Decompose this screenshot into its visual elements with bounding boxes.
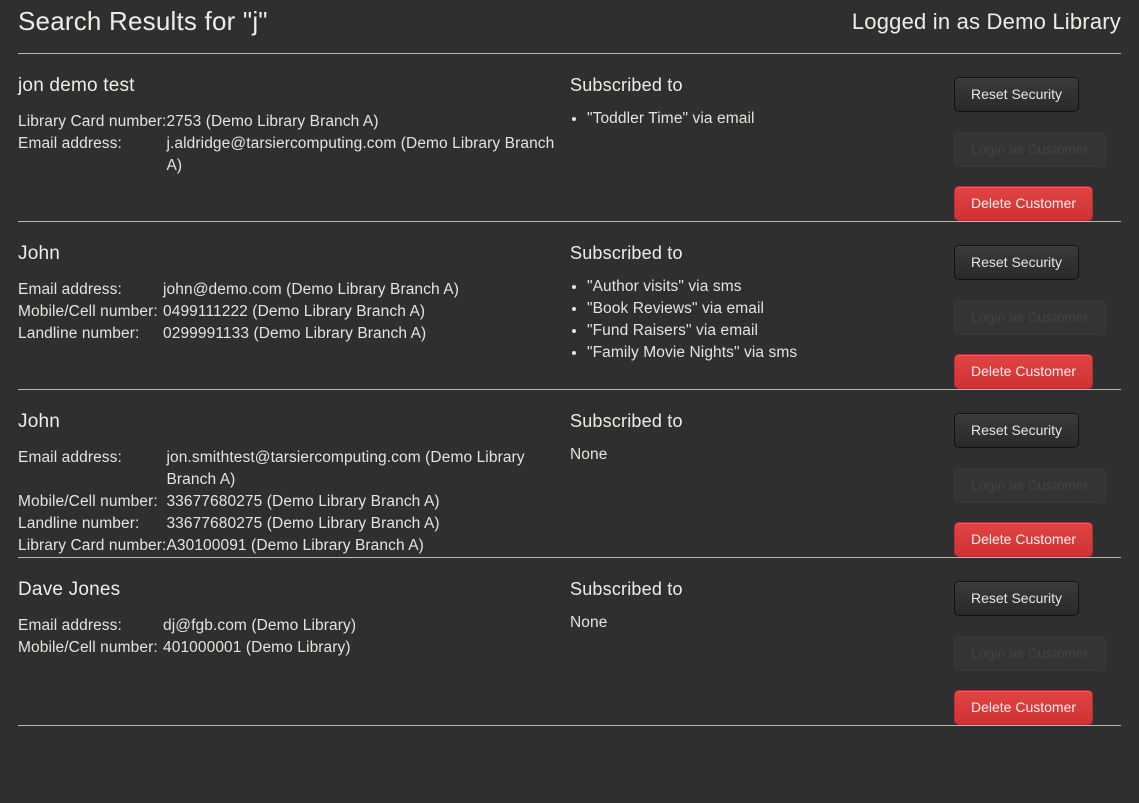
reset-security-button[interactable]: Reset Security	[954, 77, 1080, 112]
login-as-customer-button[interactable]: Login as Customer	[954, 468, 1106, 503]
detail-row: Library Card number: A30100091 (Demo Libr…	[18, 535, 570, 557]
delete-customer-button[interactable]: Delete Customer	[954, 522, 1094, 557]
detail-label: Library Card number:	[18, 536, 167, 554]
subscriptions-section: Subscribed to "Toddler Time" via email	[570, 75, 942, 130]
detail-value: dj@fgb.com (Demo Library)	[163, 616, 357, 634]
detail-row: Email address: dj@fgb.com (Demo Library)	[18, 615, 570, 637]
login-status: Logged in as Demo Library	[851, 9, 1121, 34]
detail-row: Mobile/Cell number: 33677680275 (Demo Lib…	[18, 491, 570, 513]
detail-row: Email address: jon.smithtest@tarsiercompu…	[18, 447, 570, 491]
subscriptions-list: "Author visits" via sms"Book Reviews" vi…	[570, 276, 942, 364]
reset-security-button[interactable]: Reset Security	[954, 581, 1080, 616]
detail-row: Landline number: 33677680275 (Demo Librar…	[18, 513, 570, 535]
detail-value: j.aldridge@tarsiercomputing.com (Demo Li…	[166, 134, 555, 174]
detail-label: Library Card number:	[18, 112, 167, 130]
subscriptions-none: None	[570, 445, 608, 463]
customer-detail-table: Email address: john@demo.com (Demo Librar…	[18, 279, 570, 345]
detail-label: Email address:	[18, 448, 122, 466]
detail-value: A30100091 (Demo Library Branch A)	[166, 536, 424, 554]
customer-name: Dave Jones	[18, 579, 121, 600]
customer-name: jon demo test	[18, 75, 135, 96]
detail-row: Landline number: 0299991133 (Demo Library…	[18, 323, 570, 345]
search-result-row: John Email address: john@demo.com (Demo Li…	[0, 222, 1139, 389]
login-as-customer-button[interactable]: Login as Customer	[954, 132, 1106, 167]
detail-value: 0499111222 (Demo Library Branch A)	[163, 302, 426, 320]
subscription-item: "Fund Raisers" via email	[587, 320, 942, 342]
detail-value: 33677680275 (Demo Library Branch A)	[166, 492, 440, 510]
detail-label: Mobile/Cell number:	[18, 302, 158, 320]
detail-label: Landline number:	[18, 324, 140, 342]
search-result-row: jon demo test Library Card number: 2753 (D…	[0, 54, 1139, 221]
login-as-customer-button[interactable]: Login as Customer	[954, 636, 1106, 671]
subscriptions-heading: Subscribed to	[570, 243, 683, 263]
search-results-list: jon demo test Library Card number: 2753 (D…	[0, 54, 1139, 726]
subscription-item: "Toddler Time" via email	[587, 108, 942, 130]
delete-customer-button[interactable]: Delete Customer	[954, 690, 1094, 725]
customer-name: John	[18, 411, 61, 432]
customer-name: John	[18, 243, 61, 264]
detail-value: 401000001 (Demo Library)	[163, 638, 351, 656]
customer-details: John Email address: john@demo.com (Demo Li…	[18, 243, 570, 345]
subscription-item: "Family Movie Nights" via sms	[587, 342, 942, 364]
detail-label: Email address:	[18, 280, 122, 298]
subscriptions-heading: Subscribed to	[570, 411, 683, 431]
detail-row: Email address: j.aldridge@tarsiercomputin…	[18, 133, 570, 177]
detail-row: Library Card number: 2753 (Demo Library B…	[18, 111, 570, 133]
reset-security-button[interactable]: Reset Security	[954, 245, 1080, 280]
page-title: Search Results for "j"	[18, 6, 268, 36]
result-divider	[18, 725, 1121, 726]
customer-details: Dave Jones Email address: dj@fgb.com (Demo…	[18, 579, 570, 659]
subscriptions-section: Subscribed to "Author visits" via sms"Boo…	[570, 243, 942, 364]
detail-row: Email address: john@demo.com (Demo Librar…	[18, 279, 570, 301]
detail-value: 0299991133 (Demo Library Branch A)	[163, 324, 427, 342]
search-results-page: Search Results for "j" Logged in as Demo…	[0, 0, 1139, 803]
customer-detail-table: Email address: jon.smithtest@tarsiercompu…	[18, 447, 570, 557]
subscriptions-list: "Toddler Time" via email	[570, 108, 942, 130]
subscription-item: "Book Reviews" via email	[587, 298, 942, 320]
subscriptions-section: Subscribed to None	[570, 579, 942, 634]
detail-value: 33677680275 (Demo Library Branch A)	[166, 514, 440, 532]
customer-detail-table: Library Card number: 2753 (Demo Library B…	[18, 111, 570, 177]
detail-value: john@demo.com (Demo Library Branch A)	[163, 280, 459, 298]
search-result-row: Dave Jones Email address: dj@fgb.com (Demo…	[0, 558, 1139, 725]
search-result-row: John Email address: jon.smithtest@tarsierc…	[0, 390, 1139, 557]
customer-actions: Reset Security Login as Customer Delete Cu…	[942, 412, 1121, 557]
detail-value: 2753 (Demo Library Branch A)	[166, 112, 379, 130]
detail-row: Mobile/Cell number: 0499111222 (Demo Libr…	[18, 301, 570, 323]
customer-actions: Reset Security Login as Customer Delete Cu…	[942, 76, 1121, 221]
login-as-customer-button[interactable]: Login as Customer	[954, 300, 1106, 335]
detail-label: Email address:	[18, 134, 122, 152]
customer-details: John Email address: jon.smithtest@tarsierc…	[18, 411, 570, 557]
subscriptions-none: None	[570, 613, 608, 631]
delete-customer-button[interactable]: Delete Customer	[954, 186, 1094, 221]
customer-detail-table: Email address: dj@fgb.com (Demo Library) M…	[18, 615, 570, 659]
subscriptions-section: Subscribed to None	[570, 411, 942, 466]
customer-actions: Reset Security Login as Customer Delete Cu…	[942, 244, 1121, 389]
detail-label: Mobile/Cell number:	[18, 638, 158, 656]
detail-label: Landline number:	[18, 514, 140, 532]
detail-row: Mobile/Cell number: 401000001 (Demo Libra…	[18, 637, 570, 659]
subscriptions-heading: Subscribed to	[570, 579, 683, 599]
customer-details: jon demo test Library Card number: 2753 (D…	[18, 75, 570, 177]
delete-customer-button[interactable]: Delete Customer	[954, 354, 1094, 389]
detail-value: jon.smithtest@tarsiercomputing.com (Demo…	[166, 448, 525, 488]
customer-actions: Reset Security Login as Customer Delete Cu…	[942, 580, 1121, 725]
subscriptions-heading: Subscribed to	[570, 75, 683, 95]
page-header: Search Results for "j" Logged in as Demo…	[0, 0, 1139, 53]
detail-label: Email address:	[18, 616, 122, 634]
subscription-item: "Author visits" via sms	[587, 276, 942, 298]
reset-security-button[interactable]: Reset Security	[954, 413, 1080, 448]
detail-label: Mobile/Cell number:	[18, 492, 158, 510]
